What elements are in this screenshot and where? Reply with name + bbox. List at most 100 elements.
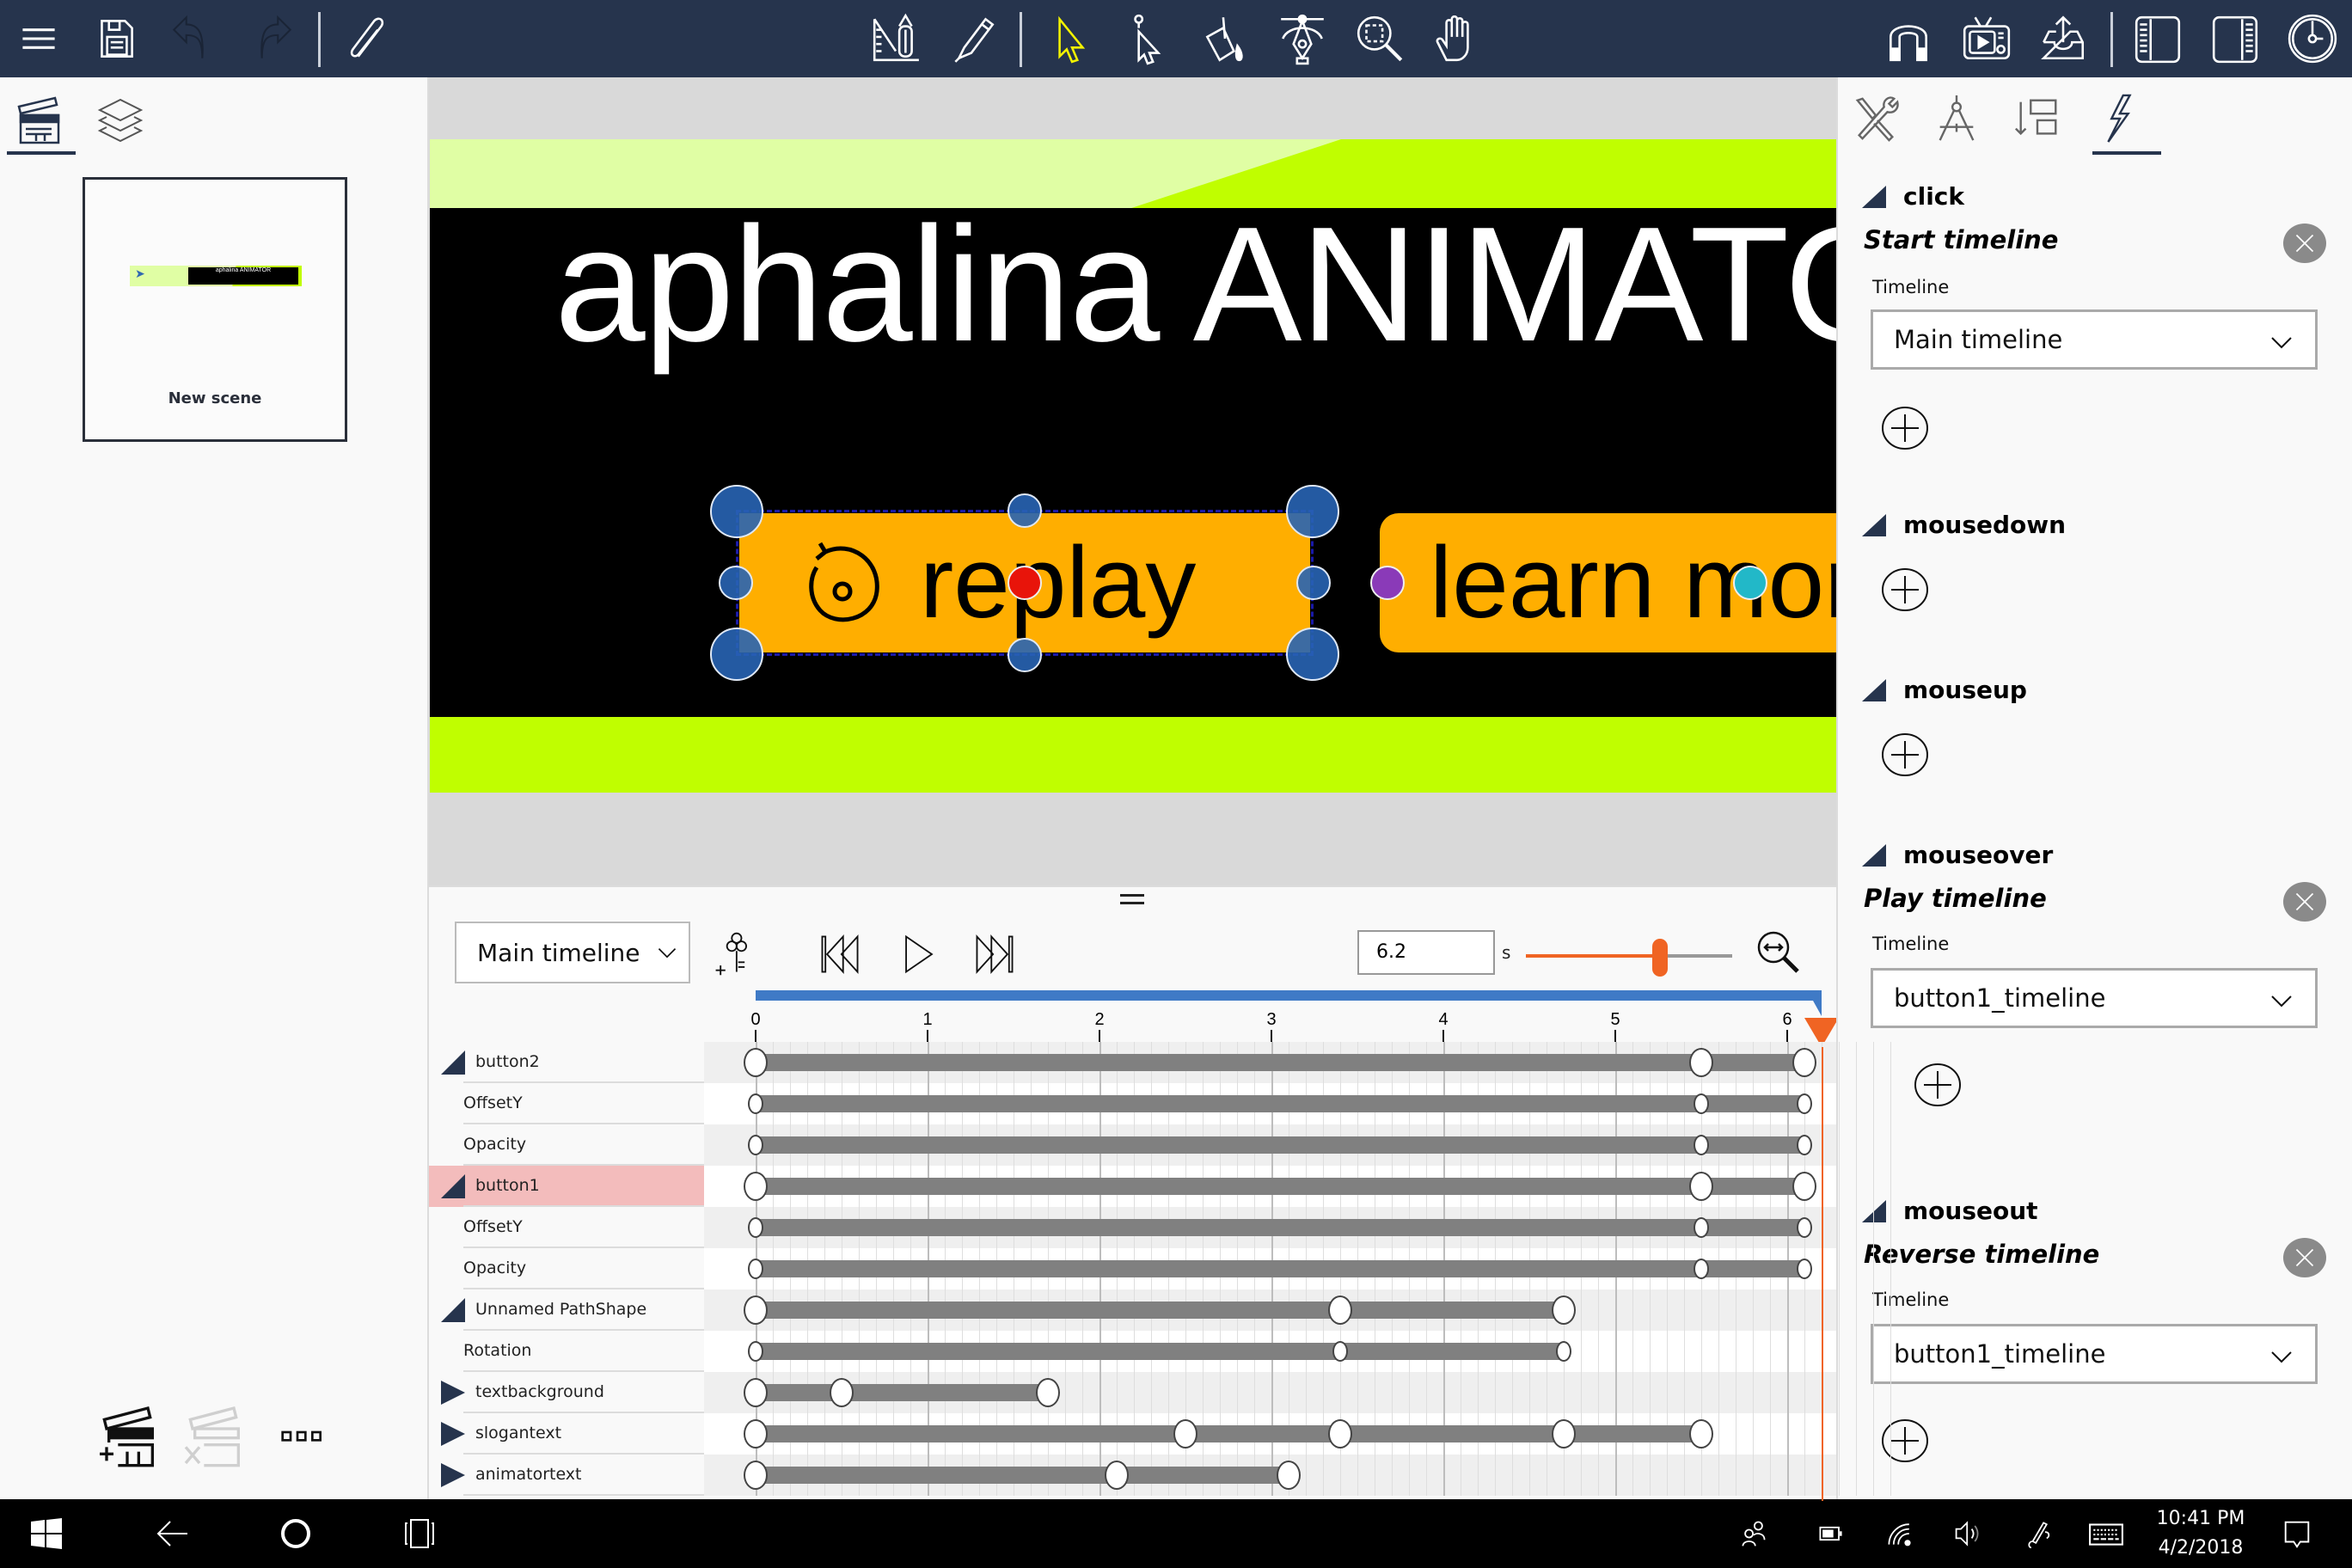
volume-button[interactable]: [1943, 1508, 1994, 1559]
task-view-button[interactable]: [394, 1508, 445, 1559]
resize-handle-left[interactable]: [719, 566, 753, 600]
keyframe[interactable]: [1797, 1093, 1812, 1114]
animation-bar[interactable]: [756, 1054, 1804, 1071]
menu-button[interactable]: [9, 9, 69, 69]
expand-triangle-icon[interactable]: [441, 1422, 467, 1446]
expand-triangle-icon[interactable]: [441, 1463, 467, 1487]
layers-tab[interactable]: [86, 86, 155, 155]
keyframe[interactable]: [1552, 1419, 1576, 1449]
toggle-right-panel-button[interactable]: [2205, 9, 2265, 69]
animation-bar[interactable]: [756, 1219, 1804, 1236]
keyframe[interactable]: [1792, 1172, 1816, 1201]
add-action-button[interactable]: [1881, 1418, 1929, 1463]
export-button[interactable]: [2033, 9, 2093, 69]
keyframe[interactable]: [1797, 1217, 1812, 1238]
collapse-triangle-icon[interactable]: [441, 1050, 467, 1075]
keyframe[interactable]: [744, 1048, 768, 1077]
system-clock[interactable]: 10:41 PM 4/2/2018: [2149, 1504, 2252, 1563]
action-center-button[interactable]: [2271, 1508, 2323, 1559]
keyframe[interactable]: [1689, 1172, 1713, 1201]
timeline-select[interactable]: button1_timeline: [1871, 968, 2318, 1028]
pen-tool-button[interactable]: [943, 9, 1003, 69]
animation-bar[interactable]: [756, 1467, 1289, 1484]
keyframe[interactable]: [748, 1093, 763, 1114]
animation-bar[interactable]: [756, 1095, 1804, 1112]
add-action-button[interactable]: [1914, 1063, 1962, 1107]
keyframe[interactable]: [1694, 1093, 1709, 1114]
event-mouseover[interactable]: mouseover: [1862, 841, 2053, 869]
resize-handle-bottom-right[interactable]: [1286, 628, 1339, 681]
resize-handle-right[interactable]: [1296, 566, 1331, 600]
remove-action-button[interactable]: [2283, 224, 2326, 263]
keyframe[interactable]: [744, 1378, 768, 1407]
keyframe[interactable]: [744, 1419, 768, 1449]
anchor-handle[interactable]: [1370, 566, 1405, 600]
add-action-button[interactable]: [1881, 567, 1929, 612]
timeline-select[interactable]: button1_timeline: [1871, 1324, 2318, 1384]
property-row-label[interactable]: Opacity: [429, 1248, 704, 1289]
resize-handle-top[interactable]: [1008, 493, 1042, 528]
keyframe[interactable]: [1792, 1048, 1816, 1077]
add-action-button[interactable]: [1881, 406, 1929, 450]
layer-row-label[interactable]: textbackground: [429, 1372, 704, 1413]
zoom-tool-button[interactable]: [1350, 9, 1410, 69]
animation-bar[interactable]: [756, 1343, 1564, 1360]
events-tab[interactable]: [2084, 84, 2153, 153]
layer-row-label[interactable]: Unnamed PathShape: [429, 1289, 704, 1331]
add-action-button[interactable]: [1881, 732, 1929, 777]
pen-workspace-button[interactable]: [2012, 1508, 2063, 1559]
keyframe[interactable]: [1552, 1295, 1576, 1325]
property-row-label[interactable]: Rotation: [429, 1331, 704, 1372]
save-button[interactable]: [86, 9, 146, 69]
keyframe[interactable]: [1105, 1461, 1129, 1490]
keyframe[interactable]: [744, 1461, 768, 1490]
layer-row-label[interactable]: button2: [429, 1042, 704, 1083]
keyframe[interactable]: [1694, 1259, 1709, 1279]
delete-scene-button[interactable]: [179, 1401, 248, 1470]
fill-tool-button[interactable]: [1195, 9, 1255, 69]
animation-bar[interactable]: [756, 1384, 1048, 1401]
resize-handle-top-right[interactable]: [1286, 485, 1339, 538]
toggle-timeline-button[interactable]: [2282, 9, 2343, 69]
arrange-tab[interactable]: [2003, 84, 2072, 153]
property-row-label[interactable]: Opacity: [429, 1124, 704, 1166]
keyframe[interactable]: [1556, 1341, 1571, 1362]
remove-action-button[interactable]: [2283, 882, 2326, 922]
property-row-label[interactable]: OffsetY: [429, 1083, 704, 1124]
more-button[interactable]: [266, 1401, 335, 1470]
start-button[interactable]: [21, 1508, 72, 1559]
expand-triangle-icon[interactable]: [441, 1381, 467, 1405]
keyframe[interactable]: [1328, 1419, 1352, 1449]
remove-action-button[interactable]: [2283, 1238, 2326, 1277]
animation-bar[interactable]: [756, 1260, 1804, 1277]
keyframe[interactable]: [748, 1135, 763, 1155]
keyframe[interactable]: [748, 1341, 763, 1362]
event-click[interactable]: click: [1862, 182, 1964, 211]
animatortext[interactable]: aphalina ANIMATOR: [554, 191, 1836, 378]
keyframe[interactable]: [1797, 1259, 1812, 1279]
animation-bar[interactable]: [756, 1302, 1564, 1319]
pivot-handle[interactable]: [1733, 566, 1767, 600]
resize-handle-bottom-left[interactable]: [710, 628, 763, 681]
touch-keyboard-button[interactable]: [2080, 1508, 2132, 1559]
layer-row-label[interactable]: slogantext: [429, 1413, 704, 1455]
snap-button[interactable]: [1878, 9, 1939, 69]
layer-row-label[interactable]: animatortext: [429, 1455, 704, 1496]
select-tool-button[interactable]: [1040, 9, 1100, 69]
battery-button[interactable]: [1805, 1508, 1857, 1559]
rotation-center-handle[interactable]: [1008, 566, 1042, 600]
collapse-triangle-icon[interactable]: [441, 1298, 467, 1322]
resize-handle-bottom[interactable]: [1008, 638, 1042, 672]
resize-handle-top-left[interactable]: [710, 485, 763, 538]
keyframe[interactable]: [1173, 1419, 1197, 1449]
keyframe[interactable]: [744, 1295, 768, 1325]
animation-bar[interactable]: [756, 1136, 1804, 1154]
keyframe[interactable]: [1694, 1135, 1709, 1155]
keyframe[interactable]: [1332, 1341, 1348, 1362]
people-button[interactable]: [1728, 1508, 1779, 1559]
undo-button[interactable]: [163, 9, 224, 69]
cortana-button[interactable]: [270, 1508, 322, 1559]
keyframe[interactable]: [1689, 1419, 1713, 1449]
shape-tools-button[interactable]: [866, 9, 926, 69]
timeline-select[interactable]: Main timeline: [1871, 309, 2318, 370]
